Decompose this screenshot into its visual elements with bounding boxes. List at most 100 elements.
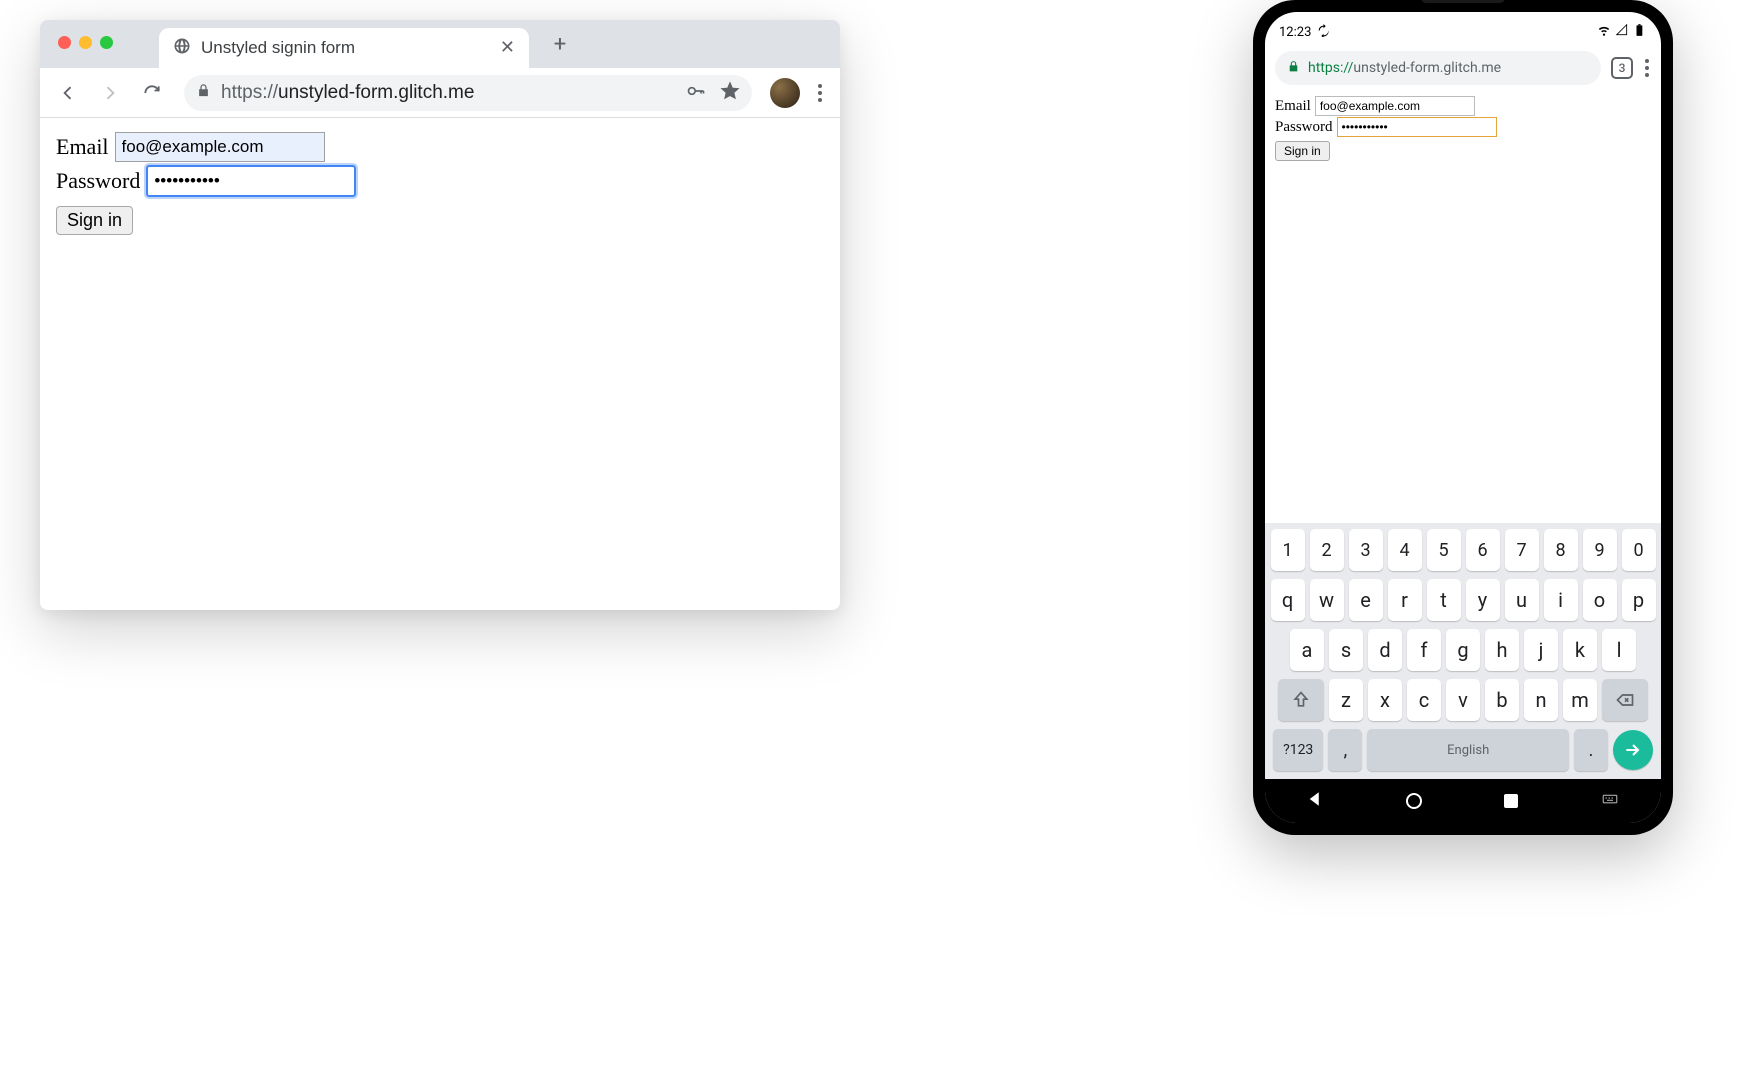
key-9[interactable]: 9 [1583, 529, 1617, 571]
keyboard-bottom-row: ?123 , English . [1269, 729, 1657, 771]
key-8[interactable]: 8 [1544, 529, 1578, 571]
maximize-window-button[interactable] [100, 36, 113, 49]
tab-title: Unstyled signin form [201, 38, 490, 58]
mobile-url-text: https://unstyled-form.glitch.me [1308, 60, 1501, 76]
key-t[interactable]: t [1427, 579, 1461, 621]
key-4[interactable]: 4 [1388, 529, 1422, 571]
password-label: Password [56, 168, 140, 194]
battery-icon [1633, 23, 1647, 41]
window-controls [58, 36, 113, 49]
mobile-url-bar: https://unstyled-form.glitch.me 3 [1265, 46, 1661, 90]
key-a[interactable]: a [1290, 629, 1324, 671]
key-d[interactable]: d [1368, 629, 1402, 671]
on-screen-keyboard: 1234567890 qwertyuiop asdfghjkl zxcvbnm … [1265, 523, 1661, 779]
comma-key[interactable]: , [1328, 729, 1362, 771]
key-c[interactable]: c [1407, 679, 1441, 721]
key-e[interactable]: e [1349, 579, 1383, 621]
signin-button[interactable]: Sign in [56, 206, 133, 235]
url-host: unstyled-form.glitch.me [1353, 60, 1501, 76]
backspace-key[interactable] [1602, 679, 1648, 721]
shift-key[interactable] [1278, 679, 1324, 721]
key-l[interactable]: l [1602, 629, 1636, 671]
key-s[interactable]: s [1329, 629, 1363, 671]
key-o[interactable]: o [1583, 579, 1617, 621]
email-label: Email [56, 134, 109, 160]
wifi-icon [1597, 23, 1611, 41]
keyboard-toggle-button[interactable] [1600, 790, 1620, 812]
key-b[interactable]: b [1485, 679, 1519, 721]
key-u[interactable]: u [1505, 579, 1539, 621]
phone-screen: 12:23 https://unstyled-form.glitch.me [1265, 12, 1661, 823]
mobile-page-content: Email Password Sign in [1265, 90, 1661, 523]
key-y[interactable]: y [1466, 579, 1500, 621]
forward-button[interactable] [92, 75, 128, 111]
key-2[interactable]: 2 [1310, 529, 1344, 571]
key-1[interactable]: 1 [1271, 529, 1305, 571]
password-label: Password [1275, 119, 1333, 136]
key-v[interactable]: v [1446, 679, 1480, 721]
key-0[interactable]: 0 [1622, 529, 1656, 571]
phone-device-frame: 12:23 https://unstyled-form.glitch.me [1253, 0, 1673, 835]
key-m[interactable]: m [1563, 679, 1597, 721]
new-tab-button[interactable]: + [545, 29, 575, 59]
key-n[interactable]: n [1524, 679, 1558, 721]
email-input[interactable] [1315, 96, 1475, 116]
signin-button[interactable]: Sign in [1275, 141, 1330, 161]
spacebar-key[interactable]: English [1367, 729, 1569, 771]
enter-key[interactable] [1613, 730, 1653, 770]
password-input[interactable] [146, 165, 356, 197]
page-content: Email Password Sign in [40, 118, 840, 249]
home-nav-button[interactable] [1406, 793, 1422, 809]
symbols-key[interactable]: ?123 [1273, 729, 1323, 771]
recent-apps-button[interactable] [1504, 794, 1518, 808]
reload-button[interactable] [134, 75, 170, 111]
url-scheme: https:// [1308, 60, 1353, 76]
key-5[interactable]: 5 [1427, 529, 1461, 571]
sync-icon [1317, 24, 1330, 41]
url-host: unstyled-form.glitch.me [278, 82, 474, 103]
keyboard-row-3: zxcvbnm [1269, 679, 1657, 721]
lock-icon [1287, 60, 1300, 77]
lock-icon [196, 83, 211, 102]
password-input[interactable] [1337, 117, 1497, 137]
phone-speaker [1418, 0, 1508, 6]
url-scheme: https:// [221, 82, 278, 103]
key-x[interactable]: x [1368, 679, 1402, 721]
back-nav-button[interactable] [1306, 790, 1324, 812]
key-g[interactable]: g [1446, 629, 1480, 671]
mobile-address-bar[interactable]: https://unstyled-form.glitch.me [1275, 51, 1601, 85]
tab-strip: Unstyled signin form ✕ + [40, 20, 840, 68]
email-label: Email [1275, 98, 1311, 115]
back-button[interactable] [50, 75, 86, 111]
key-j[interactable]: j [1524, 629, 1558, 671]
bookmark-icon[interactable] [720, 81, 740, 105]
key-7[interactable]: 7 [1505, 529, 1539, 571]
key-h[interactable]: h [1485, 629, 1519, 671]
browser-menu-button[interactable] [810, 84, 830, 102]
key-q[interactable]: q [1271, 579, 1305, 621]
key-z[interactable]: z [1329, 679, 1363, 721]
key-3[interactable]: 3 [1349, 529, 1383, 571]
keyboard-number-row: 1234567890 [1269, 529, 1657, 571]
key-r[interactable]: r [1388, 579, 1422, 621]
key-icon[interactable] [686, 81, 706, 105]
key-k[interactable]: k [1563, 629, 1597, 671]
browser-toolbar: https://unstyled-form.glitch.me [40, 68, 840, 118]
key-p[interactable]: p [1622, 579, 1656, 621]
email-input[interactable] [115, 132, 325, 162]
period-key[interactable]: . [1574, 729, 1608, 771]
mobile-menu-button[interactable] [1643, 59, 1651, 77]
close-window-button[interactable] [58, 36, 71, 49]
tab-switcher-button[interactable]: 3 [1611, 57, 1633, 79]
globe-icon [173, 37, 191, 60]
key-w[interactable]: w [1310, 579, 1344, 621]
key-6[interactable]: 6 [1466, 529, 1500, 571]
url-text: https://unstyled-form.glitch.me [221, 82, 474, 104]
address-bar[interactable]: https://unstyled-form.glitch.me [184, 75, 752, 111]
key-f[interactable]: f [1407, 629, 1441, 671]
profile-avatar[interactable] [770, 78, 800, 108]
key-i[interactable]: i [1544, 579, 1578, 621]
minimize-window-button[interactable] [79, 36, 92, 49]
close-tab-button[interactable]: ✕ [500, 39, 515, 57]
browser-tab[interactable]: Unstyled signin form ✕ [159, 28, 529, 68]
